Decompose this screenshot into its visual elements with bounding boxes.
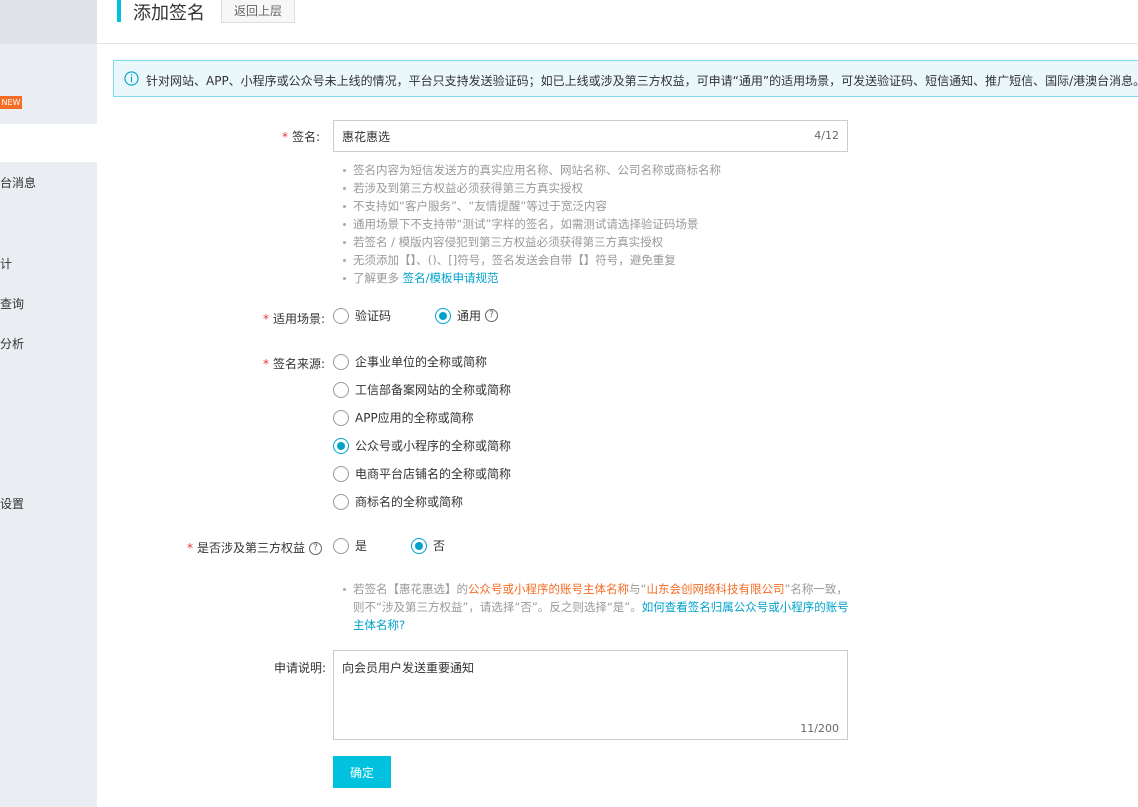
source-radio-icp-site[interactable]: 工信部备案网站的全称或简称 [333,381,511,398]
description-textarea[interactable]: 向会员用户发送重要通知 [342,659,837,714]
radio-circle[interactable] [333,493,349,510]
radio-circle-selected[interactable] [333,437,349,454]
scene-label: * 适用场景: [263,312,326,326]
radio-circle[interactable] [333,537,349,554]
third-party-radio-yes[interactable]: 是 [333,537,367,554]
new-badge: NEW [0,96,22,109]
description-counter: 11/200 [800,722,839,735]
sidebar-top [0,0,97,44]
signature-tips: 签名内容为短信发送方的真实应用名称、网站名称、公司名称或商标名称 若涉及到第三方… [343,161,721,287]
company-name: 山东会创网络科技有限公司 [646,582,785,596]
radio-circle-selected[interactable] [411,537,427,554]
radio-circle[interactable] [333,307,349,324]
spec-link[interactable]: 签名/模板申请规范 [403,271,499,285]
tip-item: 若签名 / 模版内容侵犯到第三方权益必须获得第三方真实授权 [343,233,721,251]
required-mark: * [187,541,193,555]
third-party-label: * 是否涉及第三方权益? [187,539,323,556]
tip-item: 若涉及到第三方权益必须获得第三方真实授权 [343,179,721,197]
submit-button[interactable]: 确定 [333,756,391,788]
sidebar-item-analysis[interactable]: 分析 [0,335,24,352]
radio-circle[interactable] [333,381,349,398]
source-radio-trademark[interactable]: 商标名的全称或简称 [333,493,463,510]
required-mark: * [263,357,269,371]
third-party-tip: 若签名【惠花惠选】的公众号或小程序的账号主体名称与“山东会创网络科技有限公司”名… [343,580,853,634]
signature-counter: 4/12 [814,129,839,142]
highlight-text: 公众号或小程序的账号主体名称 [468,582,629,596]
source-label: * 签名来源: [263,357,326,371]
radio-circle[interactable] [333,353,349,370]
signature-input-box[interactable]: 4/12 [333,120,848,152]
tip-item: 不支持如“客户服务”、“友情提醒”等过于宽泛内容 [343,197,721,215]
help-icon[interactable]: ? [309,542,323,555]
tip-item: 签名内容为短信发送方的真实应用名称、网站名称、公司名称或商标名称 [343,161,721,179]
help-icon[interactable]: ? [485,309,499,322]
radio-circle-selected[interactable] [435,307,451,324]
back-button[interactable]: 返回上层 [221,0,296,23]
sidebar: NEW 台消息 计 查询 分析 设置 [0,0,97,807]
signature-input[interactable] [342,121,802,151]
sidebar-item-stats[interactable]: 计 [0,255,12,272]
sidebar-item-query[interactable]: 查询 [0,295,24,312]
scene-radio-verify[interactable]: 验证码 [333,307,391,324]
required-mark: * [282,130,288,144]
title-accent-bar [117,0,121,22]
radio-circle[interactable] [333,409,349,426]
scene-radio-general[interactable]: 通用? [435,307,499,324]
source-radio-enterprise[interactable]: 企事业单位的全称或简称 [333,353,487,370]
info-icon [124,71,139,86]
notice-text: 针对网站、APP、小程序或公众号未上线的情况，平台只支持发送验证码；如已上线或涉… [146,74,1138,88]
sidebar-item-settings[interactable]: 设置 [0,495,24,512]
required-mark: * [263,312,269,326]
description-label: 申请说明: [274,661,327,675]
info-notice: 针对网站、APP、小程序或公众号未上线的情况，平台只支持发送验证码；如已上线或涉… [113,60,1138,97]
tip-item: 通用场景下不支持带“测试”字样的签名，如需测试请选择验证码场景 [343,215,721,233]
signature-label: * 签名: [282,130,321,144]
source-radio-ecommerce-store[interactable]: 电商平台店铺名的全称或简称 [333,465,511,482]
page-title: 添加签名 [133,3,205,24]
source-radio-app[interactable]: APP应用的全称或简称 [333,409,474,426]
radio-circle[interactable] [333,465,349,482]
sidebar-item-active[interactable] [0,124,97,162]
sidebar-item-messages[interactable]: 台消息 [0,174,36,191]
tip-item: 无须添加【】、()、[]符号，签名发送会自带【】符号，避免重复 [343,251,721,269]
description-box[interactable]: 向会员用户发送重要通知 11/200 [333,650,848,740]
source-radio-official-account[interactable]: 公众号或小程序的全称或简称 [333,437,511,454]
tip-item-more: 了解更多 签名/模板申请规范 [343,269,721,287]
third-party-radio-no[interactable]: 否 [411,537,445,554]
